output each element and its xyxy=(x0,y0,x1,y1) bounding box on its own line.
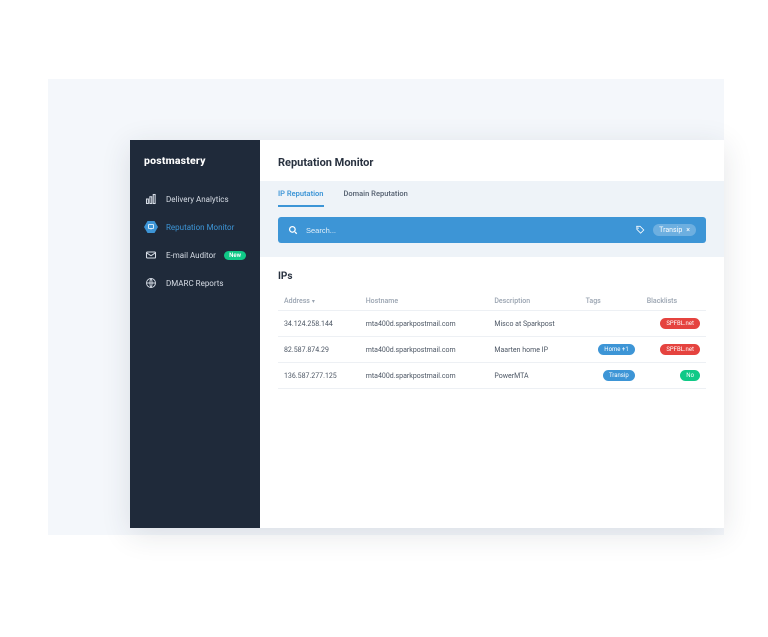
sidebar: postmastery Delivery Analytics Reputatio… xyxy=(130,140,260,528)
table-header-row: Address▾ Hostname Description Tags Black… xyxy=(278,292,706,311)
cell-tags xyxy=(580,311,641,337)
brand-logo: postmastery xyxy=(130,154,260,185)
main-panel: Reputation Monitor IP Reputation Domain … xyxy=(260,140,724,528)
cell-blacklists: SPFBL.net xyxy=(641,337,706,363)
sidebar-item-email-auditor[interactable]: E-mail Auditor New xyxy=(130,241,260,269)
sort-caret-icon: ▾ xyxy=(312,298,315,305)
cell-blacklists: No xyxy=(641,363,706,389)
search-bar: Transip × xyxy=(278,217,706,243)
tabs-bar: IP Reputation Domain Reputation xyxy=(260,181,724,207)
sidebar-item-label: DMARC Reports xyxy=(166,279,246,288)
search-input[interactable] xyxy=(306,226,627,235)
cell-tags: Home +1 xyxy=(580,337,641,363)
tag-filter-icon[interactable] xyxy=(635,225,645,235)
cell-address: 34.124.258.144 xyxy=(278,311,360,337)
tab-ip-reputation[interactable]: IP Reputation xyxy=(278,181,324,207)
cell-description: Maarten home IP xyxy=(488,337,579,363)
active-filter-chip[interactable]: Transip × xyxy=(653,224,696,236)
sidebar-item-label: E-mail Auditor xyxy=(166,251,216,260)
cell-hostname: mta400d.sparkpostmail.com xyxy=(360,311,489,337)
col-header-tags[interactable]: Tags xyxy=(580,292,641,311)
cell-description: PowerMTA xyxy=(488,363,579,389)
close-icon[interactable]: × xyxy=(686,226,690,234)
cell-blacklists: SPFBL.net xyxy=(641,311,706,337)
cell-tags: Transip xyxy=(580,363,641,389)
blacklist-badge: No xyxy=(680,370,700,381)
sidebar-item-label: Reputation Monitor xyxy=(166,223,246,232)
ips-table: Address▾ Hostname Description Tags Black… xyxy=(278,292,706,389)
blacklist-badge: SPFBL.net xyxy=(660,344,700,355)
monitor-icon xyxy=(144,220,158,234)
col-header-hostname[interactable]: Hostname xyxy=(360,292,489,311)
tag-badge: Transip xyxy=(603,370,635,381)
content-area: IPs Address▾ Hostname Description Tags B… xyxy=(260,257,724,389)
table-row[interactable]: 82.587.874.29 mta400d.sparkpostmail.com … xyxy=(278,337,706,363)
sidebar-item-reputation-monitor[interactable]: Reputation Monitor xyxy=(130,213,260,241)
col-header-description[interactable]: Description xyxy=(488,292,579,311)
search-wrap: Transip × xyxy=(260,207,724,257)
col-header-blacklists[interactable]: Blacklists xyxy=(641,292,706,311)
chart-icon xyxy=(144,192,158,206)
cell-hostname: mta400d.sparkpostmail.com xyxy=(360,337,489,363)
tab-domain-reputation[interactable]: Domain Reputation xyxy=(344,181,408,207)
cell-address: 136.587.277.125 xyxy=(278,363,360,389)
section-heading-ips: IPs xyxy=(278,271,706,282)
new-badge: New xyxy=(224,251,246,260)
sidebar-item-label: Delivery Analytics xyxy=(166,195,246,204)
sidebar-item-dmarc-reports[interactable]: DMARC Reports xyxy=(130,269,260,297)
col-header-address[interactable]: Address▾ xyxy=(278,292,360,311)
app-frame: postmastery Delivery Analytics Reputatio… xyxy=(130,140,724,528)
page-title: Reputation Monitor xyxy=(260,140,724,181)
tag-badge: Home +1 xyxy=(598,344,634,355)
table-row[interactable]: 34.124.258.144 mta400d.sparkpostmail.com… xyxy=(278,311,706,337)
cell-description: Misco at Sparkpost xyxy=(488,311,579,337)
cell-hostname: mta400d.sparkpostmail.com xyxy=(360,363,489,389)
globe-icon xyxy=(144,276,158,290)
envelope-icon xyxy=(144,248,158,262)
blacklist-badge: SPFBL.net xyxy=(660,318,700,329)
search-icon xyxy=(288,225,298,235)
sidebar-item-delivery-analytics[interactable]: Delivery Analytics xyxy=(130,185,260,213)
table-row[interactable]: 136.587.277.125 mta400d.sparkpostmail.co… xyxy=(278,363,706,389)
active-filter-label: Transip xyxy=(659,226,682,234)
cell-address: 82.587.874.29 xyxy=(278,337,360,363)
